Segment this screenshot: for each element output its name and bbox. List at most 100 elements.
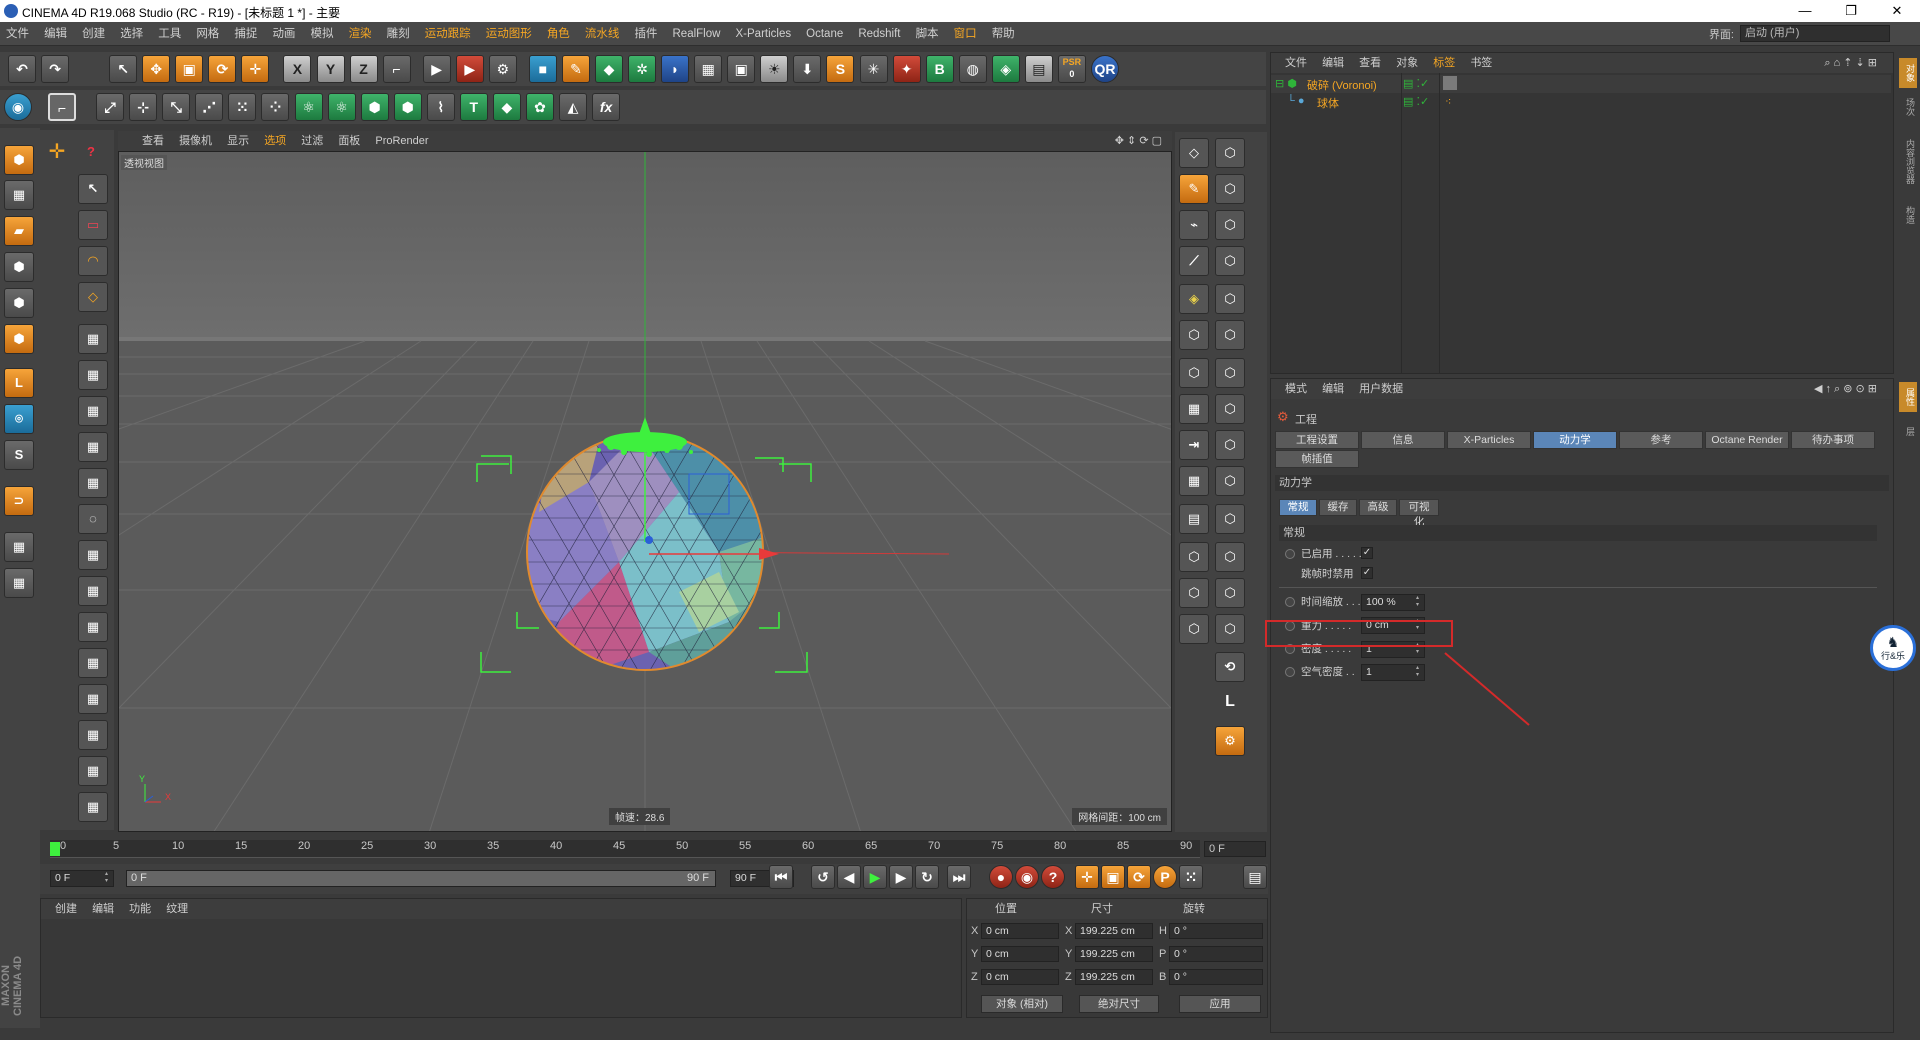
tab-reference[interactable]: 参考 xyxy=(1619,431,1703,449)
next-frame-icon[interactable]: ▶ xyxy=(889,865,913,889)
edges-mode-icon[interactable]: ⁘ xyxy=(261,93,290,121)
object-visibility-toggle[interactable]: ▤ ⁚✓ xyxy=(1403,77,1429,90)
text-icon[interactable]: T xyxy=(459,93,488,121)
y-axis-lock-icon[interactable]: Y xyxy=(316,55,345,83)
om-menu-edit[interactable]: 编辑 xyxy=(1322,57,1344,69)
rot-h-field[interactable]: 0 ° xyxy=(1169,923,1263,939)
render-picture-viewer-icon[interactable]: ▶ xyxy=(455,55,484,83)
import-icon[interactable]: ⬇ xyxy=(793,55,822,83)
psr-icon[interactable]: PSR 0 xyxy=(1057,55,1086,83)
subtab-visualization[interactable]: 可视化 xyxy=(1399,499,1439,528)
tab-octane-render[interactable]: Octane Render xyxy=(1705,431,1789,449)
menu-mesh[interactable]: 网格 xyxy=(190,22,225,46)
timeline-window-icon[interactable]: ▤ xyxy=(1243,865,1267,889)
tab-frame-interpolation[interactable]: 帧插值 xyxy=(1275,450,1359,468)
rectangle-select-icon[interactable]: ▭ xyxy=(78,210,108,240)
move-tool-icon[interactable]: ✥ xyxy=(142,55,171,83)
axis-count-icon[interactable]: L xyxy=(1215,688,1245,718)
size-mode-select[interactable]: 绝对尺寸 xyxy=(1079,995,1159,1013)
om-menu-file[interactable]: 文件 xyxy=(1285,57,1307,69)
om-menu-tags[interactable]: 标签 xyxy=(1433,57,1455,69)
menu-select[interactable]: 选择 xyxy=(114,22,149,46)
palette-12-icon[interactable]: ⬡ xyxy=(1179,358,1209,388)
cloner-icon[interactable]: ✲ xyxy=(628,55,657,83)
floating-badge[interactable]: ♞ 行&乐 xyxy=(1870,625,1916,671)
viewport-menu-camera[interactable]: 摄像机 xyxy=(173,131,218,151)
z-axis-handle[interactable] xyxy=(645,536,653,544)
rotate-tool-icon[interactable]: ⟳ xyxy=(208,55,237,83)
magnet-icon[interactable]: ⊃ xyxy=(4,486,34,516)
menu-simulate[interactable]: 模拟 xyxy=(305,22,340,46)
palette-11-icon[interactable]: ⬡ xyxy=(1215,320,1245,350)
viewport-menu-options[interactable]: 选项 xyxy=(258,131,292,151)
redo-icon[interactable]: ↷ xyxy=(41,55,70,83)
menu-octane[interactable]: Octane xyxy=(800,22,849,46)
tool-grid-10-icon[interactable]: ▦ xyxy=(78,648,108,678)
pos-x-field[interactable]: 0 cm xyxy=(981,923,1059,939)
coordinate-mode-select[interactable]: 对象 (相对) xyxy=(981,995,1063,1013)
tab-todo[interactable]: 待办事项 xyxy=(1791,431,1875,449)
tab-dynamics[interactable]: 动力学 xyxy=(1533,431,1617,449)
side-tab-structure[interactable]: 构造 xyxy=(1899,200,1917,230)
tool-grid-7-icon[interactable]: ▦ xyxy=(78,540,108,570)
light-icon[interactable]: ☀ xyxy=(760,55,789,83)
maximize-button[interactable]: ❐ xyxy=(1828,0,1874,22)
palette-pen-icon[interactable]: ✎ xyxy=(1179,174,1209,204)
palette-22-icon[interactable]: ⬡ xyxy=(1179,542,1209,572)
apply-button[interactable]: 应用 xyxy=(1179,995,1261,1013)
rot-b-field[interactable]: 0 ° xyxy=(1169,969,1263,985)
palette-8-icon[interactable]: ◈ xyxy=(1179,284,1209,314)
dynamics-tag-icon[interactable] xyxy=(1443,76,1457,90)
pen-spline-icon[interactable]: ✎ xyxy=(561,55,590,83)
menu-plugins[interactable]: 插件 xyxy=(628,22,663,46)
current-frame-field[interactable]: 0 F xyxy=(1204,841,1266,857)
palette-2-icon[interactable]: ⬡ xyxy=(1215,138,1245,168)
menu-sculpt[interactable]: 雕刻 xyxy=(381,22,416,46)
tool-grid-6-icon[interactable]: ◌ xyxy=(78,504,108,534)
interface-layout-select[interactable]: 启动 (用户) xyxy=(1740,25,1890,42)
s-plugin-icon[interactable]: S xyxy=(826,55,855,83)
menu-pipeline[interactable]: 流水线 xyxy=(579,22,626,46)
palette-14-icon[interactable]: ▦ xyxy=(1179,394,1209,424)
world-icon[interactable]: ◉ xyxy=(4,93,32,121)
palette-25-icon[interactable]: ⬡ xyxy=(1215,578,1245,608)
tool-grid-2-icon[interactable]: ▦ xyxy=(78,360,108,390)
side-tab-takes[interactable]: 场次 xyxy=(1899,92,1917,122)
viewport-menu-prorender[interactable]: ProRender xyxy=(369,131,434,151)
menu-script[interactable]: 脚本 xyxy=(910,22,945,46)
am-nav-icons[interactable]: ◀ ↑ ⌕ ⊚ ⊙ ⊞ xyxy=(1814,379,1877,399)
air-density-field[interactable]: 1 xyxy=(1361,664,1425,681)
mograph-matrix-icon[interactable]: ⬢ xyxy=(360,93,389,121)
menu-file[interactable]: 文件 xyxy=(0,22,35,46)
tweak-mode-icon[interactable]: ⌾ xyxy=(4,404,34,434)
palette-16-icon[interactable]: ⇥ xyxy=(1179,430,1209,460)
tool-grid-12-icon[interactable]: ▦ xyxy=(78,720,108,750)
menu-edit[interactable]: 编辑 xyxy=(38,22,73,46)
tool-grid-14-icon[interactable]: ▦ xyxy=(78,792,108,822)
tab-project-settings[interactable]: 工程设置 xyxy=(1275,431,1359,449)
menu-window[interactable]: 窗口 xyxy=(948,22,983,46)
spline-tool-icon[interactable]: ⌇ xyxy=(426,93,455,121)
brush-icon[interactable]: ⤡ xyxy=(162,93,191,121)
polygon-select-icon[interactable]: ◇ xyxy=(78,282,108,312)
side-tab-attributes[interactable]: 属性 xyxy=(1899,382,1917,412)
menu-xparticles[interactable]: X-Particles xyxy=(730,22,798,46)
palette-28-icon[interactable]: ⟲ xyxy=(1215,652,1245,682)
object-visibility-toggle[interactable]: ▤ ⁚✓ xyxy=(1403,95,1429,108)
start-frame-field[interactable]: 0 F xyxy=(50,870,114,887)
undo-icon[interactable]: ↶ xyxy=(8,55,36,83)
viewport-nav-icons[interactable]: ✥ ⇕ ⟳ ▢ xyxy=(1109,131,1168,151)
go-to-start-icon[interactable]: ⏮ xyxy=(769,865,793,889)
am-menu-mode[interactable]: 模式 xyxy=(1285,383,1307,395)
mm-menu-texture[interactable]: 纹理 xyxy=(166,903,188,915)
animate-radio[interactable] xyxy=(1285,549,1295,560)
solo-icon[interactable]: S xyxy=(4,440,34,470)
cube-primitive-icon[interactable]: ■ xyxy=(528,55,557,83)
model-mode-icon[interactable]: ⌐ xyxy=(48,93,77,121)
lock-workplane-icon[interactable]: ▦ xyxy=(4,532,34,562)
menu-character[interactable]: 角色 xyxy=(541,22,576,46)
tool-grid-1-icon[interactable]: ▦ xyxy=(78,324,108,354)
menu-mograph[interactable]: 运动图形 xyxy=(480,22,538,46)
workplane-mode-icon[interactable]: ▰ xyxy=(4,216,34,246)
key-pla-icon[interactable]: ⁙ xyxy=(1179,865,1203,889)
